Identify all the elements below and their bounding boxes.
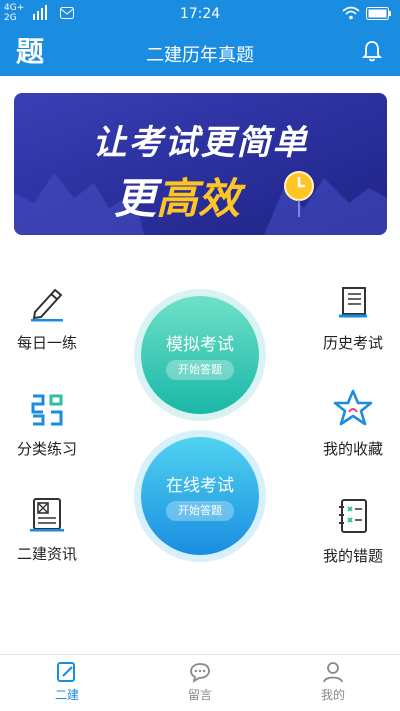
- category-practice-button[interactable]: 分类练习: [2, 392, 92, 459]
- mock-exam-start-button[interactable]: 开始答题: [166, 360, 234, 380]
- status-bar: 4G+ 2G 17:24: [0, 0, 400, 28]
- banner-subline: 更高效: [114, 165, 240, 226]
- mock-exam-button[interactable]: 模拟考试 开始答题: [141, 296, 259, 414]
- daily-practice-label: 每日一练: [16, 334, 77, 352]
- banner-subline-part1: 更: [114, 174, 157, 223]
- chat-icon: [190, 663, 210, 683]
- online-exam-title: 在线考试: [166, 476, 234, 496]
- news-button[interactable]: 二建资讯: [2, 495, 92, 564]
- favorites-button[interactable]: 我的收藏: [308, 388, 398, 459]
- wrong-notebook-icon: [339, 499, 367, 533]
- mock-exam-title: 模拟考试: [166, 335, 234, 355]
- bell-icon[interactable]: [362, 40, 382, 62]
- banner-headline: 让考试更简单: [92, 123, 309, 163]
- category-practice-label: 分类练习: [16, 440, 77, 458]
- edit-doc-icon: [57, 662, 75, 682]
- online-exam-button[interactable]: 在线考试 开始答题: [141, 437, 259, 555]
- page-title: 二建历年真题: [146, 45, 254, 66]
- tab-home[interactable]: 二建: [27, 661, 107, 703]
- favorites-label: 我的收藏: [322, 440, 383, 458]
- status-right: [342, 6, 392, 20]
- wrong-questions-button[interactable]: 我的错题: [308, 497, 398, 566]
- tab-profile[interactable]: 我的: [293, 661, 373, 703]
- battery-icon: [366, 6, 391, 20]
- news-label: 二建资讯: [16, 545, 77, 563]
- tab-profile-label: 我的: [320, 688, 345, 702]
- user-icon: [323, 662, 343, 683]
- tab-messages-label: 留言: [187, 688, 212, 702]
- online-exam-start-button[interactable]: 开始答题: [166, 501, 234, 521]
- clock-icon: [284, 171, 314, 217]
- star-icon: [333, 389, 373, 426]
- news-book-icon: [30, 498, 64, 532]
- app-bar: 题 二建历年真题: [0, 28, 400, 76]
- tab-messages[interactable]: 留言: [160, 661, 240, 703]
- clock: 17:24: [179, 6, 221, 22]
- history-exam-label: 历史考试: [322, 334, 383, 352]
- wrong-questions-label: 我的错题: [322, 547, 383, 565]
- history-exam-button[interactable]: 历史考试: [308, 284, 398, 353]
- tab-home-label: 二建: [54, 688, 79, 702]
- bottom-tab-bar: 二建 留言 我的: [0, 654, 400, 711]
- daily-practice-button[interactable]: 每日一练: [2, 284, 92, 353]
- promo-banner[interactable]: 让考试更简单 更高效: [14, 93, 387, 235]
- banner-subline-highlight: 高效: [156, 174, 241, 223]
- wifi-icon: [342, 6, 360, 20]
- pencil-icon: [31, 288, 63, 322]
- category-icon: [31, 394, 63, 426]
- scroll-icon: [339, 287, 367, 318]
